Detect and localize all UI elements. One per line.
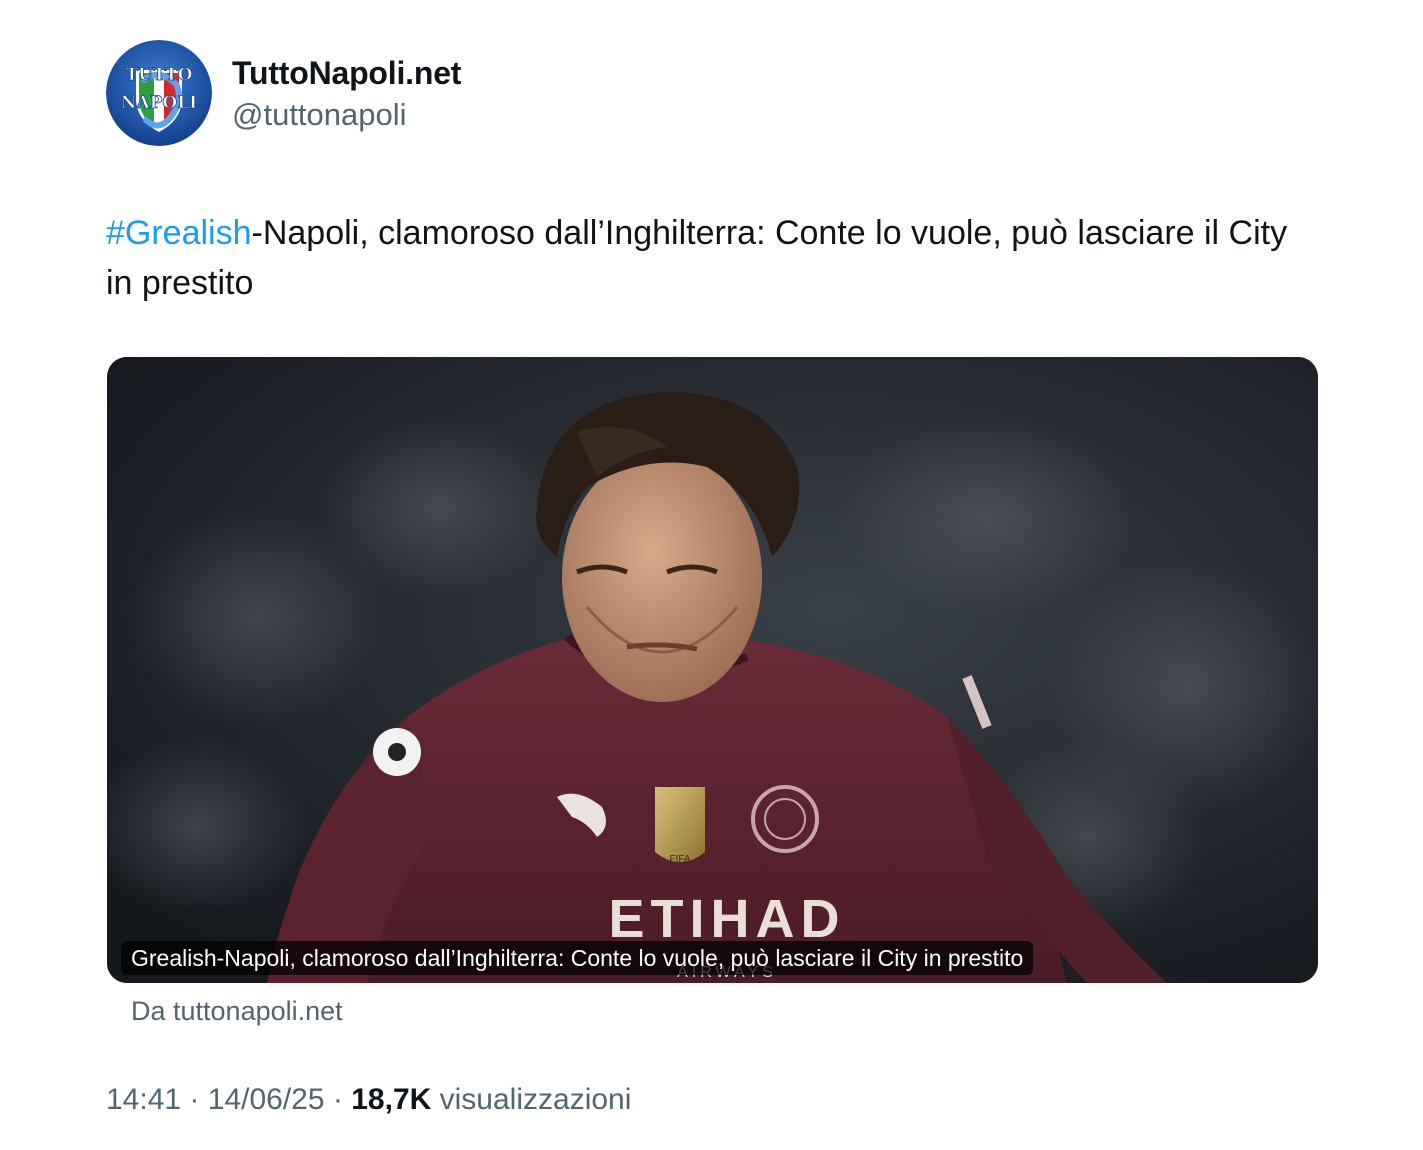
shirt-sponsor: ETIHAD <box>609 889 846 949</box>
tweet-meta: 14:41 · 14/06/25 · 18,7K visualizzazioni <box>106 1080 631 1120</box>
meta-separator: · <box>189 1083 200 1116</box>
card-source[interactable]: Da tuttonapoli.net <box>131 993 343 1029</box>
avatar[interactable]: TUTTO NAPOLI <box>106 40 212 146</box>
hashtag-link[interactable]: #Grealish <box>106 214 252 252</box>
article-photo: FIFA ETIHAD AIRWAYS <box>107 357 1318 983</box>
handle[interactable]: @tuttonapoli <box>232 96 407 134</box>
tweet-time[interactable]: 14:41 <box>106 1083 181 1116</box>
link-card[interactable]: FIFA ETIHAD AIRWAYS Grealish-Napoli, cla… <box>107 357 1318 983</box>
tuttonapoli-logo: TUTTO NAPOLI <box>106 40 212 146</box>
tweet-text-body: -Napoli, clamoroso dall’Inghilterra: Con… <box>106 214 1288 302</box>
badge-text: FIFA <box>669 854 690 865</box>
logo-text-top: TUTTO <box>126 65 193 85</box>
logo-text-bottom: NAPOLI <box>121 93 197 113</box>
tweet: TUTTO NAPOLI TuttoNapoli.net @tuttonapol… <box>0 0 1423 1150</box>
card-caption: Grealish-Napoli, clamoroso dall’Inghilte… <box>121 941 1034 975</box>
views-count: 18,7K <box>351 1083 432 1116</box>
meta-separator: · <box>332 1083 343 1116</box>
tweet-text: #Grealish-Napoli, clamoroso dall’Inghilt… <box>106 208 1316 308</box>
display-name[interactable]: TuttoNapoli.net <box>232 54 461 92</box>
views-label: visualizzazioni <box>439 1083 632 1116</box>
tweet-date[interactable]: 14/06/25 <box>208 1083 325 1116</box>
